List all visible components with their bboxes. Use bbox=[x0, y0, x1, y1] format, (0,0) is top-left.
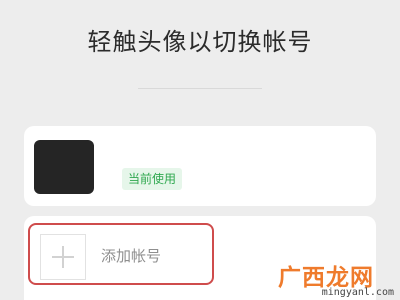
current-account-avatar[interactable] bbox=[34, 140, 94, 194]
current-account-card[interactable]: 当前使用 bbox=[24, 126, 376, 206]
add-account-label[interactable]: 添加帐号 bbox=[101, 245, 161, 266]
title-divider bbox=[138, 88, 262, 89]
watermark-url: mingyanl.com bbox=[321, 287, 394, 298]
current-account-badge: 当前使用 bbox=[122, 168, 183, 190]
page-title: 轻触头像以切换帐号 bbox=[87, 28, 313, 56]
plus-icon[interactable] bbox=[40, 234, 86, 280]
